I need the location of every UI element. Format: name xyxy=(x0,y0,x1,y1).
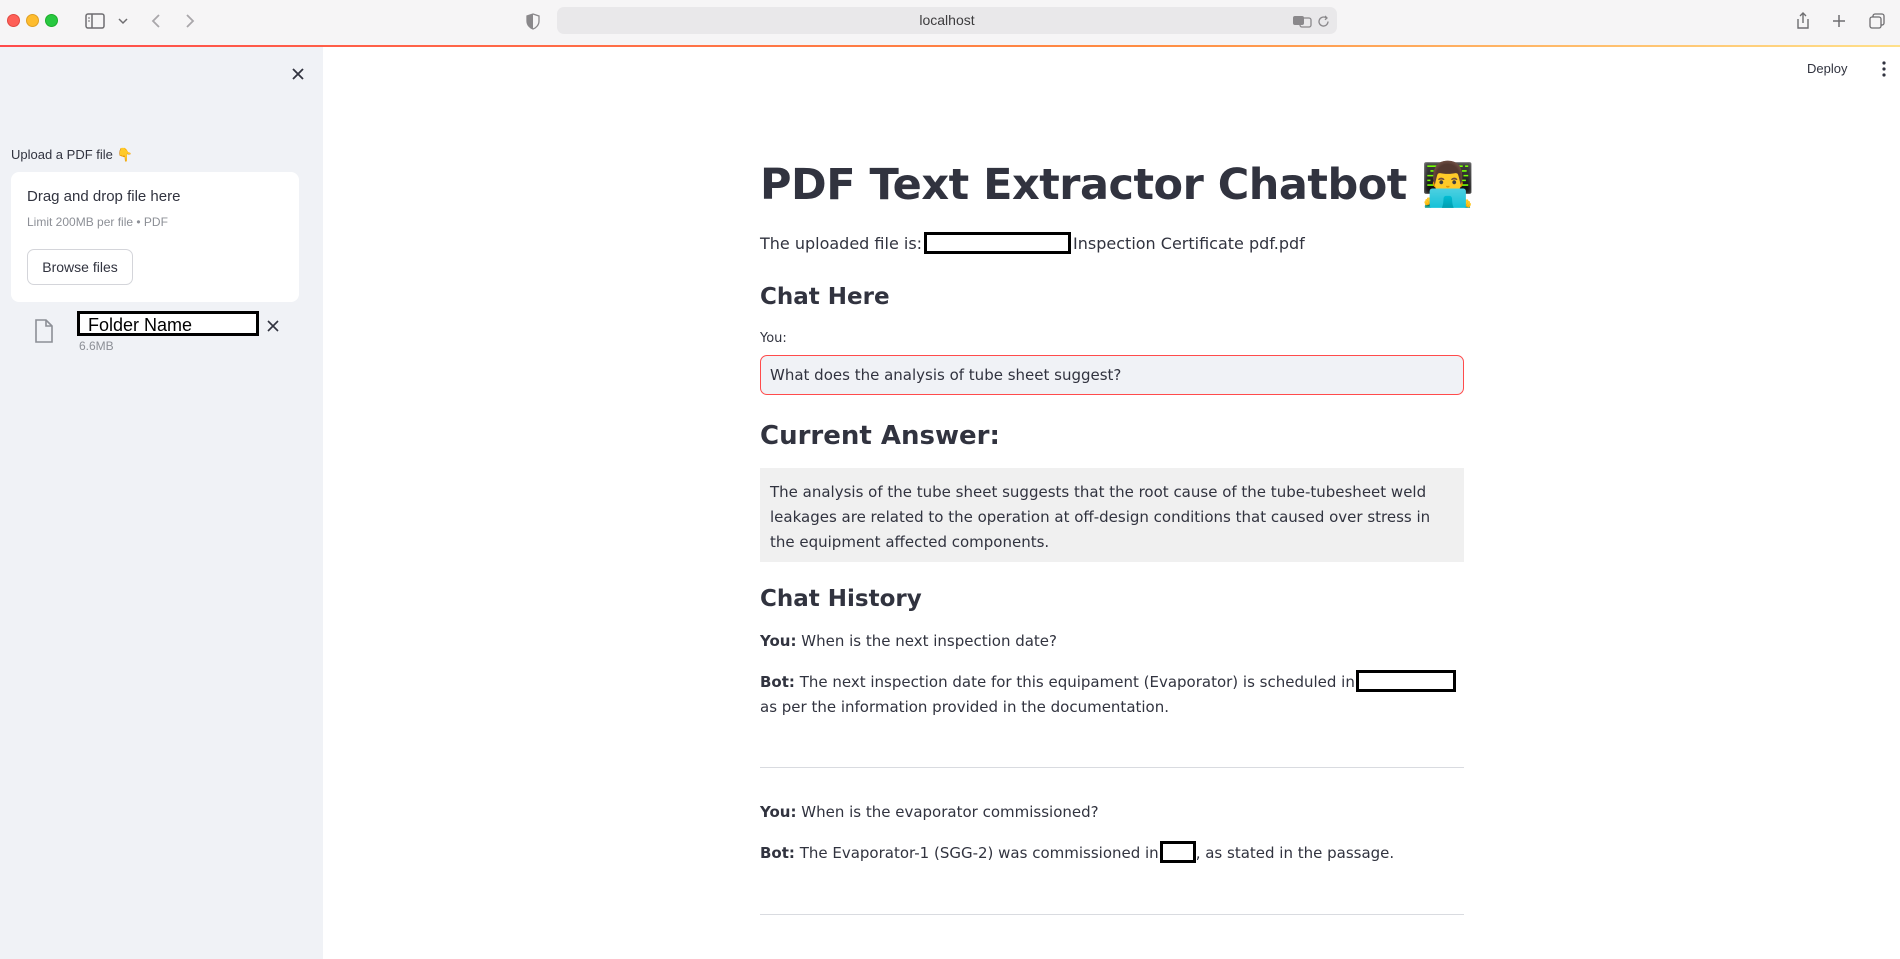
redacted-date-box xyxy=(1355,670,1456,692)
uploaded-suffix: Inspection Certificate pdf.pdf xyxy=(1073,233,1305,253)
minimize-window-button[interactable] xyxy=(26,14,39,27)
current-answer-box: The analysis of the tube sheet suggests … xyxy=(760,468,1464,562)
main-menu-icon[interactable] xyxy=(1878,60,1890,78)
chevron-down-icon[interactable] xyxy=(116,10,130,32)
address-bar[interactable]: localhost xyxy=(557,7,1337,34)
close-sidebar-icon[interactable] xyxy=(286,62,310,86)
bot-label: Bot: xyxy=(760,673,795,691)
question-input[interactable] xyxy=(760,355,1464,395)
browser-toolbar: localhost xyxy=(0,0,1900,47)
history-answer-text: The Evaporator-1 (SGG-2) was commissione… xyxy=(799,844,1159,862)
history-divider xyxy=(760,767,1464,768)
file-dropzone[interactable]: Drag and drop file here Limit 200MB per … xyxy=(11,172,299,302)
translate-icon[interactable] xyxy=(1291,10,1313,32)
deploy-button[interactable]: Deploy xyxy=(1807,61,1847,76)
chat-history-heading: Chat History xyxy=(760,586,922,612)
history-answer-text-end: , as stated in the passage. xyxy=(1195,844,1395,862)
question-input-label: You: xyxy=(760,331,787,346)
new-tab-icon[interactable] xyxy=(1830,10,1848,32)
sidebar: Upload a PDF file 👇 Drag and drop file h… xyxy=(0,47,323,959)
history-answer: Bot: The next inspection date for this e… xyxy=(760,670,1464,720)
browse-files-button[interactable]: Browse files xyxy=(27,249,133,285)
share-icon[interactable] xyxy=(1794,10,1812,32)
url-text: localhost xyxy=(919,12,975,28)
history-question-text: When is the next inspection date? xyxy=(801,632,1057,650)
redacted-year-box xyxy=(1159,841,1196,863)
dropzone-limit: Limit 200MB per file • PDF xyxy=(27,215,168,229)
file-icon xyxy=(34,319,54,347)
file-name: Folder Name xyxy=(88,315,193,335)
history-answer-text-end: as per the information provided in the d… xyxy=(760,698,1170,716)
uploaded-file-row: Folder Name 6.6MB xyxy=(30,311,300,353)
back-arrow-icon[interactable] xyxy=(148,10,164,32)
uploaded-prefix: The uploaded file is: xyxy=(760,233,923,253)
history-answer: Bot: The Evaporator-1 (SGG-2) was commis… xyxy=(760,841,1464,866)
forward-arrow-icon[interactable] xyxy=(182,10,198,32)
history-question: You: When is the evaporator commissioned… xyxy=(760,800,1464,825)
current-answer-heading: Current Answer: xyxy=(760,421,1000,451)
file-size: 6.6MB xyxy=(79,339,114,353)
reload-icon[interactable] xyxy=(1315,10,1331,32)
you-label: You: xyxy=(760,632,797,650)
history-question-text: When is the evaporator commissioned? xyxy=(801,803,1099,821)
history-answer-text: The next inspection date for this equipa… xyxy=(799,673,1355,691)
remove-file-icon[interactable] xyxy=(263,316,283,336)
close-window-button[interactable] xyxy=(7,14,20,27)
tab-overview-icon[interactable] xyxy=(1868,10,1886,32)
zoom-window-button[interactable] xyxy=(45,14,58,27)
sidebar-toggle-icon[interactable] xyxy=(84,10,106,32)
uploaded-file-line: The uploaded file is: Inspection Certifi… xyxy=(760,232,1305,254)
you-label: You: xyxy=(760,803,797,821)
history-divider xyxy=(760,914,1464,915)
page-title: PDF Text Extractor Chatbot 👨‍💻 xyxy=(760,160,1475,210)
redacted-filename-box xyxy=(924,232,1072,254)
privacy-shield-icon[interactable] xyxy=(524,10,542,32)
history-question: You: When is the next inspection date? xyxy=(760,629,1464,654)
bot-label: Bot: xyxy=(760,844,795,862)
file-name-redaction: Folder Name xyxy=(77,311,259,336)
dropzone-title: Drag and drop file here xyxy=(27,188,181,205)
chat-heading: Chat Here xyxy=(760,284,890,310)
upload-label: Upload a PDF file 👇 xyxy=(11,147,133,162)
